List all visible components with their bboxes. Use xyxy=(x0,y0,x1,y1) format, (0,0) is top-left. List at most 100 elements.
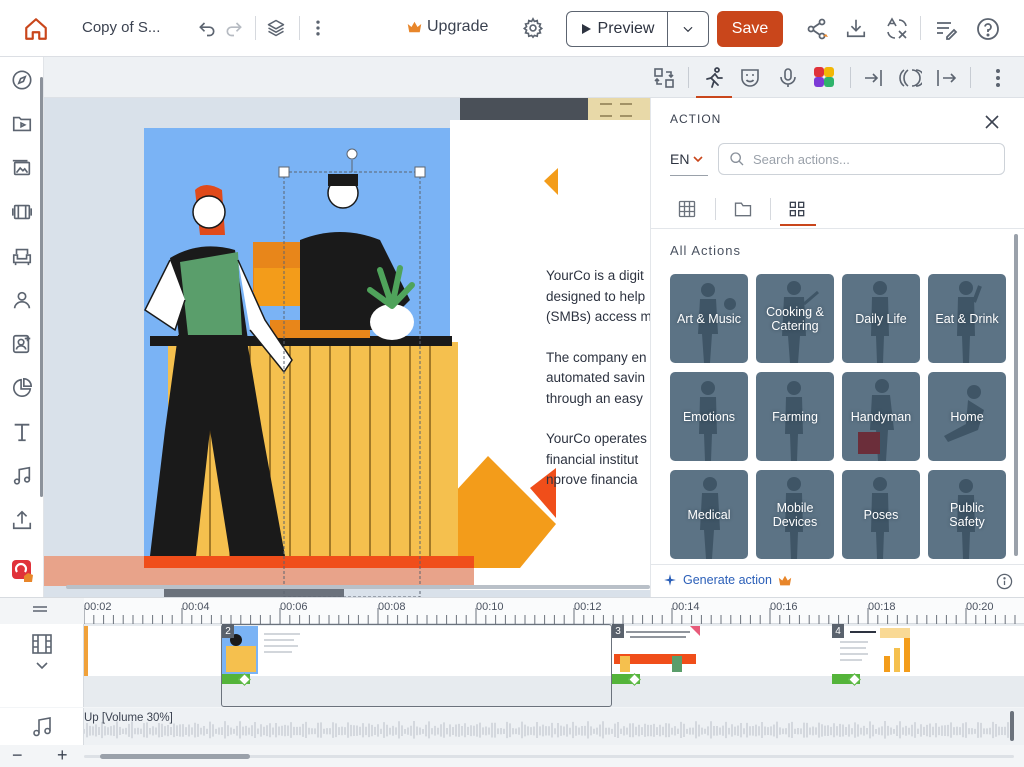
slide-text-line: through an easy xyxy=(546,390,643,406)
character-builder-icon[interactable] xyxy=(11,333,33,355)
image-icon[interactable] xyxy=(11,157,33,179)
category-label: Cooking & Catering xyxy=(766,304,824,333)
canvas-scrollbar[interactable] xyxy=(66,585,650,589)
more-options-icon[interactable] xyxy=(986,66,1010,90)
tab-folder-icon[interactable] xyxy=(733,199,755,221)
scene-clip[interactable] xyxy=(832,626,1024,676)
category-tile[interactable]: Farming xyxy=(756,372,834,461)
upgrade-button[interactable]: Upgrade xyxy=(407,18,488,36)
generate-action-button[interactable]: Generate action xyxy=(663,573,792,587)
save-button[interactable]: Save xyxy=(717,11,783,47)
panel-footer: Generate action xyxy=(651,564,1024,597)
tab-grid-icon[interactable] xyxy=(787,199,809,221)
audio-track[interactable]: Up [Volume 30%] xyxy=(84,708,1024,745)
film-strip-icon[interactable] xyxy=(30,632,54,656)
category-tile[interactable]: Cooking & Catering xyxy=(756,274,834,363)
document-title[interactable]: Copy of S... xyxy=(82,19,160,36)
left-sidebar xyxy=(0,57,44,597)
panel-title: ACTION xyxy=(670,112,722,126)
timeline-resize-handle-icon[interactable] xyxy=(30,604,50,614)
video-clips-icon[interactable] xyxy=(11,201,33,223)
slide-text-line: designed to help xyxy=(546,288,646,304)
category-tile[interactable]: Mobile Devices xyxy=(756,470,834,559)
category-label: Art & Music xyxy=(677,311,741,326)
category-tile[interactable]: Public Safety xyxy=(928,470,1006,559)
divider xyxy=(688,67,689,88)
divider xyxy=(255,16,256,40)
share-icon[interactable] xyxy=(804,16,830,42)
category-tile[interactable]: Handyman xyxy=(842,372,920,461)
help-icon[interactable] xyxy=(975,16,1001,42)
category-tile[interactable]: Eat & Drink xyxy=(928,274,1006,363)
upload-icon[interactable] xyxy=(11,509,33,531)
motion-effect-icon[interactable] xyxy=(898,66,922,90)
category-tile[interactable]: Home xyxy=(928,372,1006,461)
redo-icon[interactable] xyxy=(223,17,245,39)
chevron-down-icon[interactable] xyxy=(34,660,50,672)
translate-icon[interactable] xyxy=(884,16,910,42)
category-label: Eat & Drink xyxy=(935,311,999,326)
expression-face-icon[interactable] xyxy=(738,66,762,90)
language-underline xyxy=(670,175,708,176)
slide-text-line: The company en xyxy=(546,349,647,365)
slide-text-line: nprove financia xyxy=(546,472,638,487)
search-actions-input[interactable] xyxy=(753,151,993,167)
microphone-icon[interactable] xyxy=(776,66,800,90)
home-icon[interactable] xyxy=(22,15,50,43)
slide-text-block[interactable]: YourCo is a digit designed to help (SMBs… xyxy=(546,266,650,511)
tick-label: 00:02 xyxy=(84,601,112,613)
download-icon[interactable] xyxy=(844,16,868,40)
enter-animation-icon[interactable] xyxy=(862,66,886,90)
scene-track[interactable]: 2 3 4 xyxy=(84,624,1024,707)
undo-icon[interactable] xyxy=(196,17,218,39)
category-label: Daily Life xyxy=(855,311,907,326)
timeline-zoom-bar: − + xyxy=(0,745,1024,767)
premium-plugin-icon[interactable] xyxy=(11,559,33,582)
preview-button-group: Preview xyxy=(566,11,709,47)
settings-gear-icon[interactable] xyxy=(521,16,545,40)
category-tile[interactable]: Daily Life xyxy=(842,274,920,363)
tab-table-icon[interactable] xyxy=(677,199,699,221)
close-icon[interactable] xyxy=(983,113,1001,131)
time-ruler[interactable]: 00:02 00:04 00:06 00:08 00:10 00:12 00:1… xyxy=(84,598,1024,624)
character-icon[interactable] xyxy=(11,289,33,311)
chart-icon[interactable] xyxy=(11,377,33,399)
more-vertical-icon[interactable] xyxy=(307,17,329,39)
category-label: Home xyxy=(950,409,984,424)
compass-explore-icon[interactable] xyxy=(11,69,33,91)
panel-scrollbar[interactable] xyxy=(1014,234,1018,556)
category-tile[interactable]: Medical xyxy=(670,470,748,559)
scene-clip[interactable] xyxy=(84,626,222,676)
preview-options-button[interactable] xyxy=(668,12,708,46)
zoom-out-button[interactable]: − xyxy=(12,745,23,766)
preview-button[interactable]: Preview xyxy=(567,12,668,46)
category-tile[interactable]: Art & Music xyxy=(670,274,748,363)
music-icon[interactable] xyxy=(11,465,33,487)
tick-label: 00:16 xyxy=(770,601,798,613)
notes-edit-icon[interactable] xyxy=(933,16,959,42)
exit-animation-icon[interactable] xyxy=(934,66,958,90)
slide-paragraph-1: YourCo is a digit designed to help (SMBs… xyxy=(546,266,650,328)
color-palette-icon[interactable] xyxy=(813,66,837,90)
music-note-icon[interactable] xyxy=(30,715,54,739)
scene-number: 3 xyxy=(612,624,624,638)
props-furniture-icon[interactable] xyxy=(11,245,33,267)
sparkle-icon xyxy=(664,574,676,586)
language-select[interactable]: EN xyxy=(670,151,704,167)
video-templates-icon[interactable] xyxy=(11,113,33,135)
swap-replace-icon[interactable] xyxy=(652,66,676,90)
action-running-icon[interactable] xyxy=(702,66,726,90)
audio-scrollbar[interactable] xyxy=(1010,711,1014,741)
layers-icon[interactable] xyxy=(265,17,287,39)
text-icon[interactable] xyxy=(11,421,33,443)
category-tile[interactable]: Emotions xyxy=(670,372,748,461)
scene-clip[interactable] xyxy=(612,626,832,676)
category-tile[interactable]: Poses xyxy=(842,470,920,559)
info-icon[interactable] xyxy=(996,573,1013,590)
horizontal-scrollbar[interactable] xyxy=(100,754,250,759)
section-label: All Actions xyxy=(670,243,741,258)
category-label: Mobile Devices xyxy=(772,500,818,529)
sidebar-scrollbar[interactable] xyxy=(40,77,43,497)
tick-label: 00:18 xyxy=(868,601,896,613)
zoom-in-button[interactable]: + xyxy=(57,745,68,766)
